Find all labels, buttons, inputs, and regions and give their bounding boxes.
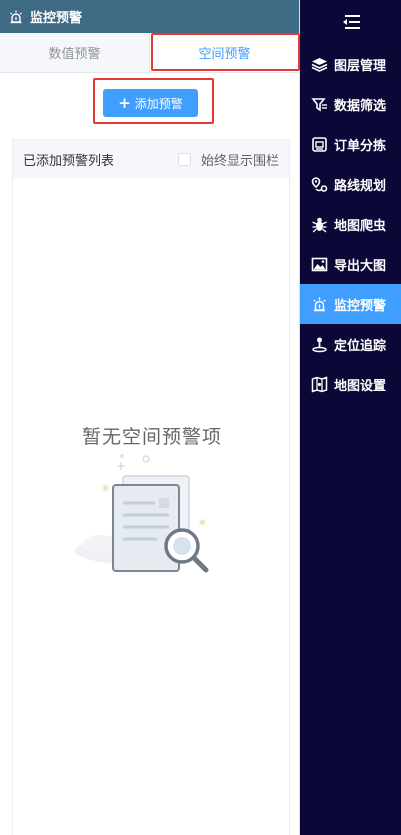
nav-item-monitor-warning[interactable]: 监控预警 xyxy=(300,284,401,324)
warning-list-header: 已添加预警列表 始终显示围栏 xyxy=(13,140,289,178)
tab-value-warning[interactable]: 数值预警 xyxy=(0,33,149,72)
nav-item-label: 订单分拣 xyxy=(334,138,387,154)
nav-item-label: 路线规划 xyxy=(334,178,387,194)
nav-item-label: 定位追踪 xyxy=(334,338,387,354)
nav-item-label: 图层管理 xyxy=(334,58,387,74)
map-settings-icon xyxy=(311,375,328,393)
always-show-fence-label: 始终显示围栏 xyxy=(200,153,279,169)
warning-tabs: 数值预警 空间预警 xyxy=(0,33,300,73)
panel-header: 监控预警 xyxy=(0,0,299,33)
alarm-icon xyxy=(8,9,24,25)
nav-item-label: 导出大图 xyxy=(334,258,387,274)
nav-item-layers[interactable]: 图层管理 xyxy=(300,44,401,84)
sort-icon xyxy=(311,136,328,153)
plus-icon: + xyxy=(118,93,131,112)
empty-state-text: 暂无空间预警项 xyxy=(81,426,222,448)
spider-icon xyxy=(311,216,328,233)
nav-item-order-sort[interactable]: 订单分拣 xyxy=(300,124,401,164)
svg-text:+: + xyxy=(116,459,126,473)
panel-title: 监控预警 xyxy=(30,11,83,26)
always-show-fence-option[interactable]: 始终显示围栏 xyxy=(177,150,279,169)
add-warning-area: + 添加预警 xyxy=(0,73,299,133)
filter-icon xyxy=(311,96,328,113)
layers-icon xyxy=(311,56,328,73)
nav-item-label: 地图爬虫 xyxy=(334,218,387,234)
add-warning-button[interactable]: + 添加预警 xyxy=(103,89,198,117)
side-nav: 图层管理 数据筛选 订单分拣 路线规划 地图爬虫 导出大图 监控预警 定位追踪 … xyxy=(300,0,401,835)
nav-item-locate[interactable]: 定位追踪 xyxy=(300,324,401,364)
svg-text:✳: ✳ xyxy=(198,518,206,529)
nav-item-filter[interactable]: 数据筛选 xyxy=(300,84,401,124)
image-export-icon xyxy=(311,256,328,273)
warning-list-title: 已添加预警列表 xyxy=(23,153,115,169)
alarm-icon xyxy=(311,296,328,313)
svg-text:✳: ✳ xyxy=(101,482,110,495)
route-icon xyxy=(311,176,328,193)
always-show-fence-checkbox[interactable] xyxy=(177,152,191,166)
tab-spatial-warning[interactable]: 空间预警 xyxy=(149,33,299,72)
nav-item-spider[interactable]: 地图爬虫 xyxy=(300,204,401,244)
nav-item-label: 监控预警 xyxy=(334,298,387,314)
nav-item-map-settings[interactable]: 地图设置 xyxy=(300,364,401,404)
menu-collapse-icon[interactable] xyxy=(300,0,401,44)
nav-item-label: 地图设置 xyxy=(334,378,387,394)
nav-item-export-image[interactable]: 导出大图 xyxy=(300,244,401,284)
empty-state-illustration: + ✳ ✳ xyxy=(71,448,211,577)
nav-item-label: 数据筛选 xyxy=(334,98,387,114)
add-warning-label: 添加预警 xyxy=(134,96,183,111)
nav-item-route[interactable]: 路线规划 xyxy=(300,164,401,204)
warning-panel: 监控预警 数值预警 空间预警 + 添加预警 已添加预警列表 始终显示围栏 暂无空… xyxy=(0,0,300,835)
locate-icon xyxy=(311,336,328,353)
warning-list: 已添加预警列表 始终显示围栏 暂无空间预警项 + ✳ ✳ xyxy=(12,139,290,835)
